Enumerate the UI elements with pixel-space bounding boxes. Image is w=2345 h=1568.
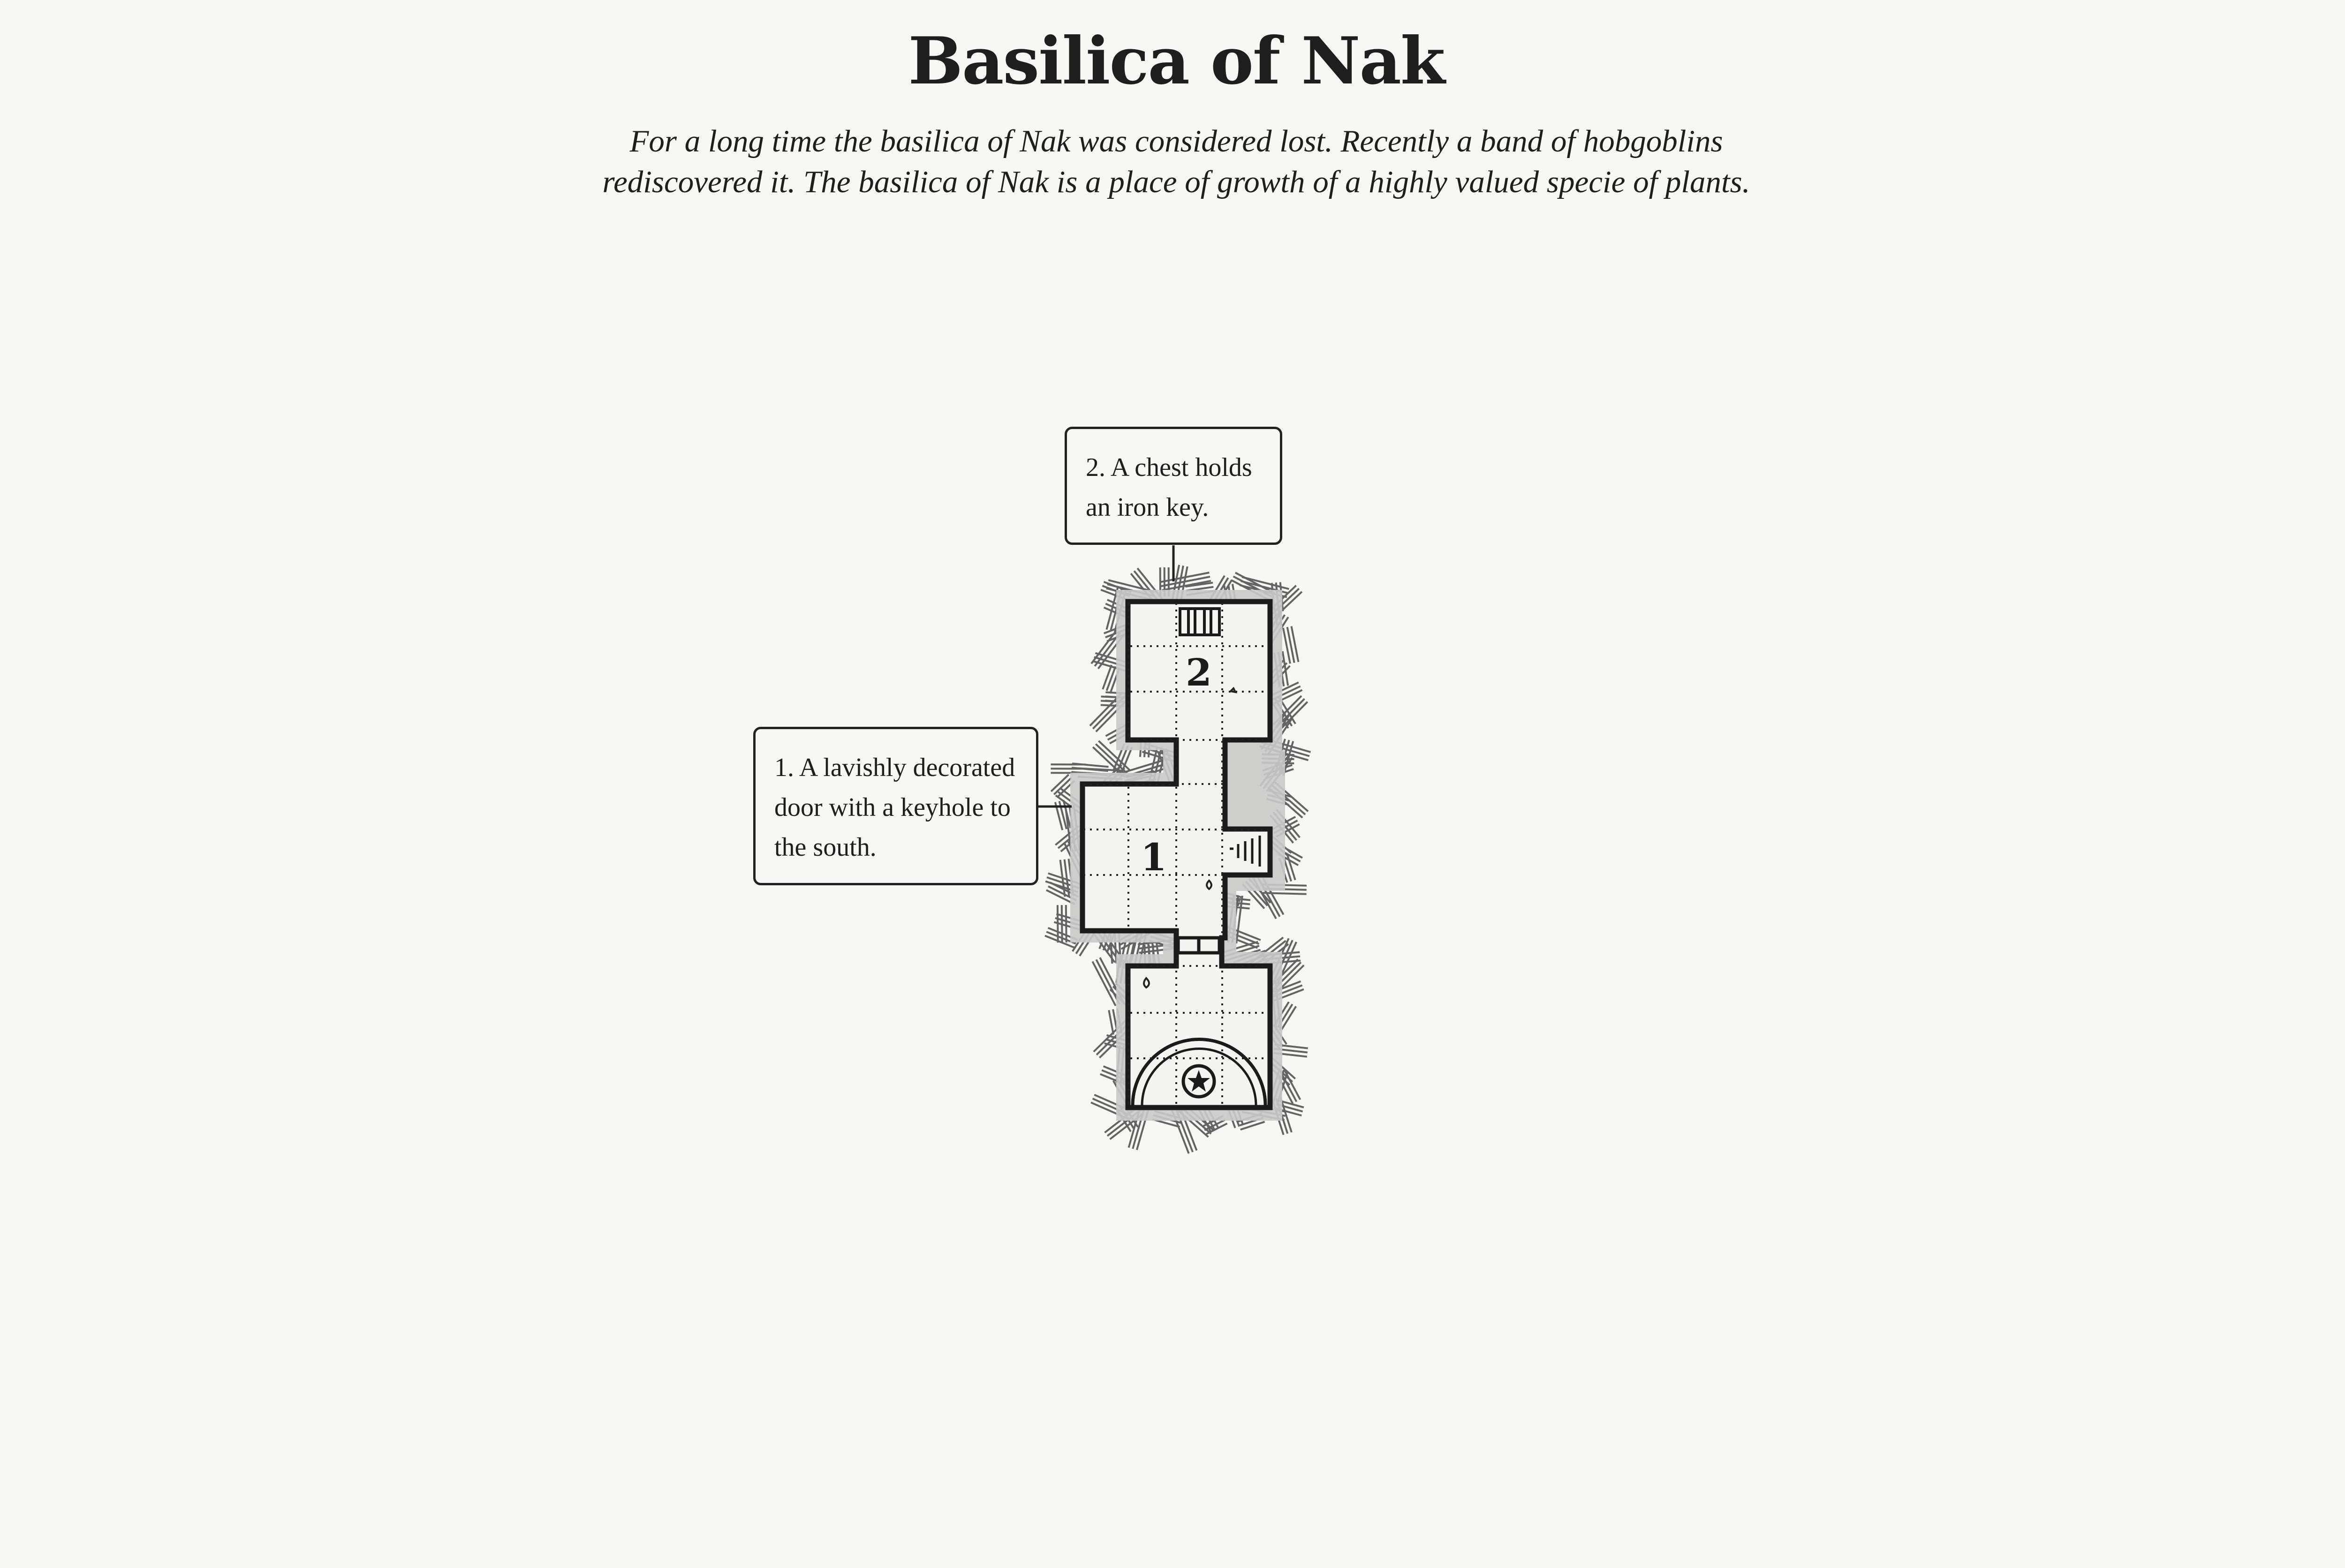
hatch-stroke [1091,961,1117,1006]
note-room-1: 1. A lavishly decorated door with a keyh… [753,727,1038,885]
hatch-stroke [1240,1121,1265,1131]
note-room-2: 2. A chest holds an iron key. [1065,427,1282,545]
room-label-1: 1 [1141,835,1167,879]
hatch-stroke [1092,746,1125,777]
hatch-stroke [1108,1010,1114,1035]
hatch-stroke [1105,666,1117,691]
hatch-stroke [1065,905,1067,943]
door-icon [1176,936,1221,955]
room-label-2: 2 [1186,650,1212,694]
chest-icon [1179,607,1221,636]
hatch-stroke [1102,664,1112,690]
dungeon-map: 2 1 [1038,545,1311,1154]
hatch-stroke [1263,892,1307,895]
